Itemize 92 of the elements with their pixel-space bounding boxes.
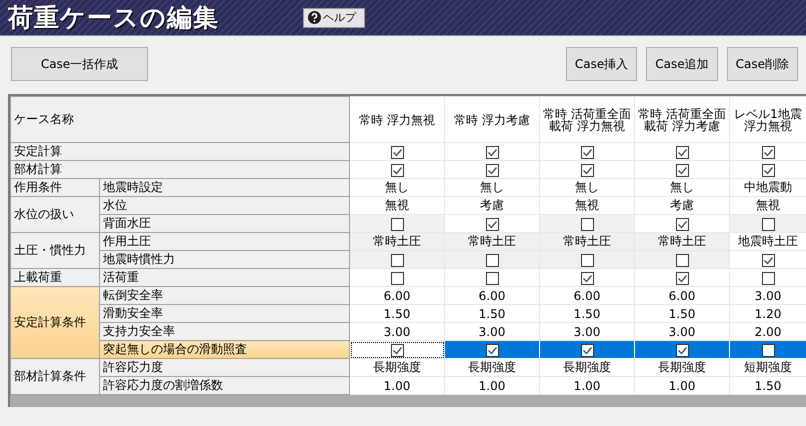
toolbar-button[interactable]: Case削除 bbox=[726, 47, 798, 81]
row-header[interactable]: 支持力安全率 bbox=[100, 322, 350, 340]
checkbox[interactable] bbox=[676, 146, 688, 159]
window-title: 荷重ケースの編集 bbox=[8, 2, 220, 34]
checkbox[interactable] bbox=[486, 344, 498, 357]
table-cell[interactable]: 1.20 bbox=[730, 304, 806, 322]
checkbox[interactable] bbox=[390, 272, 404, 285]
row-header[interactable]: 背面水圧 bbox=[100, 214, 350, 232]
table-cell[interactable]: 1.50 bbox=[444, 304, 540, 322]
column-header[interactable]: 常時 浮力考慮 bbox=[444, 96, 540, 142]
table-cell[interactable]: 長期強度 bbox=[350, 358, 444, 376]
table-cell[interactable]: 地震時土圧 bbox=[730, 232, 806, 250]
table-cell[interactable]: 無し bbox=[540, 178, 634, 196]
column-header[interactable]: 常時 活荷重全面載荷 浮力考慮 bbox=[634, 96, 730, 142]
row-header: 作用条件 bbox=[10, 178, 100, 196]
checkbox[interactable] bbox=[390, 164, 404, 177]
row-header[interactable]: 許容応力度 bbox=[100, 358, 350, 376]
table-cell[interactable]: 6.00 bbox=[634, 286, 730, 304]
column-header[interactable]: レベル1地震浮力無視 bbox=[730, 96, 806, 142]
column-header: ケース名称 bbox=[10, 96, 350, 142]
checkbox[interactable] bbox=[486, 218, 498, 231]
checkbox[interactable] bbox=[580, 164, 594, 177]
table-cell[interactable]: 無視 bbox=[350, 196, 444, 214]
checkbox[interactable] bbox=[486, 272, 498, 285]
table-cell[interactable]: 3.00 bbox=[350, 322, 444, 340]
row-header[interactable]: 水位 bbox=[100, 196, 350, 214]
help-icon bbox=[308, 11, 321, 24]
table-cell[interactable]: 1.00 bbox=[350, 376, 444, 394]
checkbox[interactable] bbox=[676, 218, 688, 231]
table-cell[interactable]: 考慮 bbox=[634, 196, 730, 214]
row-header[interactable]: 突起無しの場合の滑動照査 bbox=[100, 340, 350, 358]
table-cell[interactable]: 無視 bbox=[540, 196, 634, 214]
row-header: 安定計算条件 bbox=[10, 286, 100, 358]
row-header[interactable]: 地震時慣性力 bbox=[100, 250, 350, 268]
checkbox[interactable] bbox=[390, 146, 404, 159]
row-header[interactable]: 滑動安全率 bbox=[100, 304, 350, 322]
table-cell[interactable]: 3.00 bbox=[730, 286, 806, 304]
table-cell[interactable]: 中地震動 bbox=[730, 178, 806, 196]
row-header[interactable]: 地震時設定 bbox=[100, 178, 350, 196]
help-button[interactable]: ヘルプ bbox=[303, 8, 365, 28]
checkbox[interactable] bbox=[762, 164, 774, 177]
table-cell[interactable]: 長期強度 bbox=[634, 358, 730, 376]
row-header: 土圧・慣性力 bbox=[10, 232, 100, 268]
table-cell[interactable]: 長期強度 bbox=[444, 358, 540, 376]
table-cell[interactable]: 2.00 bbox=[730, 322, 806, 340]
table-cell[interactable]: 考慮 bbox=[444, 196, 540, 214]
table-cell[interactable]: 6.00 bbox=[540, 286, 634, 304]
checkbox[interactable] bbox=[676, 164, 688, 177]
table-cell[interactable]: 1.50 bbox=[634, 304, 730, 322]
checkbox[interactable] bbox=[762, 254, 774, 267]
column-header[interactable]: 常時 活荷重全面載荷 浮力無視 bbox=[540, 96, 634, 142]
table-cell[interactable]: 1.00 bbox=[540, 376, 634, 394]
toolbar-button[interactable]: Case一括作成 bbox=[11, 47, 148, 81]
row-header: 安定計算 bbox=[10, 142, 350, 160]
table-cell[interactable]: 長期強度 bbox=[540, 358, 634, 376]
row-header: 部材計算条件 bbox=[10, 358, 100, 394]
checkbox[interactable] bbox=[762, 272, 774, 285]
row-header: 水位の扱い bbox=[10, 196, 100, 232]
checkbox[interactable] bbox=[580, 146, 594, 159]
row-header[interactable]: 転倒安全率 bbox=[100, 286, 350, 304]
row-header[interactable]: 許容応力度の割増係数 bbox=[100, 376, 350, 394]
table-cell[interactable]: 無し bbox=[444, 178, 540, 196]
table-cell[interactable]: 3.00 bbox=[634, 322, 730, 340]
checkbox[interactable] bbox=[486, 164, 498, 177]
table-cell[interactable]: 3.00 bbox=[540, 322, 634, 340]
table-cell[interactable]: 1.00 bbox=[444, 376, 540, 394]
checkbox[interactable] bbox=[390, 344, 404, 357]
table-cell[interactable]: 1.50 bbox=[540, 304, 634, 322]
table-cell[interactable]: 6.00 bbox=[444, 286, 540, 304]
column-header[interactable]: 常時 浮力無視 bbox=[350, 96, 444, 142]
table-cell[interactable]: 1.50 bbox=[730, 376, 806, 394]
toolbar-button[interactable]: Case挿入 bbox=[566, 47, 638, 81]
row-header[interactable]: 活荷重 bbox=[100, 268, 350, 286]
toolbar-button[interactable]: Case追加 bbox=[646, 47, 718, 81]
checkbox[interactable] bbox=[486, 146, 498, 159]
checkbox[interactable] bbox=[762, 344, 774, 357]
row-header[interactable]: 作用土圧 bbox=[100, 232, 350, 250]
table-cell[interactable]: 3.00 bbox=[444, 322, 540, 340]
table-cell[interactable]: 短期強度 bbox=[730, 358, 806, 376]
checkbox[interactable] bbox=[580, 344, 594, 357]
table-cell[interactable]: 6.00 bbox=[350, 286, 444, 304]
checkbox[interactable] bbox=[762, 146, 774, 159]
table-cell[interactable]: 無し bbox=[634, 178, 730, 196]
checkbox[interactable] bbox=[676, 344, 688, 357]
row-header: 上載荷重 bbox=[10, 268, 100, 286]
checkbox[interactable] bbox=[580, 272, 594, 285]
table-cell[interactable]: 無視 bbox=[730, 196, 806, 214]
table-cell[interactable]: 1.50 bbox=[350, 304, 444, 322]
table-cell[interactable]: 1.00 bbox=[634, 376, 730, 394]
table-cell[interactable]: 無し bbox=[350, 178, 444, 196]
checkbox[interactable] bbox=[676, 272, 688, 285]
row-header: 部材計算 bbox=[10, 160, 350, 178]
